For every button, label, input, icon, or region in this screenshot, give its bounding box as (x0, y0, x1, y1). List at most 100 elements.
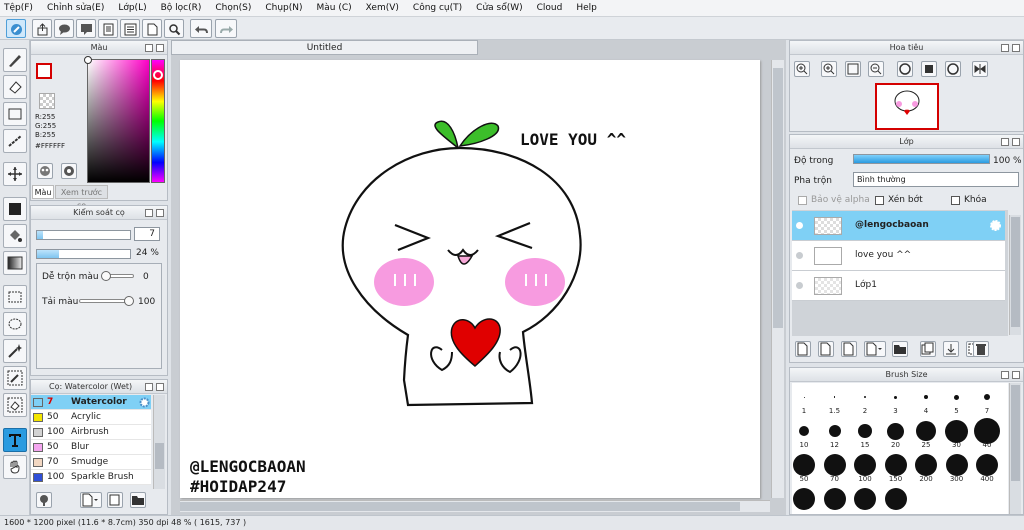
line-tool[interactable] (3, 129, 27, 153)
zoom-in-button[interactable] (794, 61, 810, 77)
zoom-fit-button[interactable] (164, 19, 184, 38)
new-layer-button[interactable] (795, 341, 811, 357)
panel-close-button[interactable] (1012, 138, 1020, 146)
vertical-scrollbar[interactable] (771, 60, 784, 498)
panel-close-button[interactable] (1012, 371, 1020, 379)
brush-size-option[interactable] (954, 394, 959, 400)
hand-tool[interactable] (3, 455, 27, 479)
blend-mode-select[interactable]: Bình thường (853, 172, 1019, 187)
brush-size-option[interactable] (793, 488, 815, 510)
eraser-tool[interactable] (3, 75, 27, 99)
brush-size-option[interactable] (799, 426, 809, 436)
merge-layer-button[interactable] (943, 341, 959, 357)
blend-slider[interactable] (101, 271, 134, 281)
document-tab[interactable]: Untitled (171, 40, 478, 55)
layer-row[interactable]: love you ^^ (792, 241, 1005, 271)
file-button[interactable] (142, 19, 162, 38)
brush-item[interactable]: 70 Smudge (31, 455, 151, 470)
text-tool[interactable] (3, 428, 27, 452)
panel-close-button[interactable] (156, 383, 164, 391)
fit-view-button[interactable] (845, 61, 861, 77)
brush-size-option[interactable] (984, 394, 990, 400)
new-text-layer-button[interactable] (841, 341, 857, 357)
clipping-checkbox[interactable] (875, 196, 884, 205)
menu-cloud[interactable]: Cloud (537, 3, 563, 13)
export-button[interactable] (32, 19, 52, 38)
reset-view-button[interactable] (921, 61, 937, 77)
move-tool[interactable] (3, 162, 27, 186)
horizontal-scrollbar[interactable] (180, 500, 770, 512)
brush-size-option[interactable] (945, 419, 968, 443)
rotate-left-button[interactable] (897, 61, 913, 77)
undo-button[interactable] (190, 19, 212, 38)
menu-capture[interactable]: Chụp(N) (265, 3, 302, 13)
menu-layer[interactable]: Lớp(L) (118, 3, 146, 13)
panel-detach-button[interactable] (1001, 44, 1009, 52)
tab-color[interactable]: Màu (32, 185, 54, 199)
color-mix-button[interactable] (61, 163, 77, 179)
protect-alpha-checkbox[interactable] (798, 196, 807, 205)
panel-detach-button[interactable] (145, 209, 153, 217)
brush-tool[interactable] (3, 48, 27, 72)
brush-size-option[interactable] (793, 454, 815, 476)
layer-list-scrollbar[interactable] (1009, 215, 1021, 335)
menu-filter[interactable]: Bộ lọc(R) (161, 3, 202, 13)
magic-wand-tool[interactable] (3, 339, 27, 363)
pen-mode-button[interactable] (6, 19, 26, 38)
navigator-preview[interactable] (875, 83, 939, 130)
brush-size-scrollbar[interactable] (1009, 383, 1021, 514)
brush-size-option[interactable] (858, 424, 872, 438)
visibility-icon[interactable] (796, 222, 803, 229)
brush-size-option[interactable] (823, 488, 846, 510)
delete-layer-button[interactable] (973, 341, 989, 357)
brush-size-slider[interactable] (36, 230, 131, 240)
brush-settings-button[interactable] (36, 492, 52, 508)
drawing-canvas[interactable]: LOVE YOU ^^ @LENGOCBAOAN #HOIDAP247 (180, 60, 760, 498)
brush-size-option[interactable] (864, 396, 866, 398)
panel-detach-button[interactable] (1001, 138, 1009, 146)
menu-color[interactable]: Màu (C) (317, 3, 352, 13)
brush-item[interactable]: 100 Sparkle Brush (31, 470, 151, 485)
layer-folder-button[interactable] (892, 341, 908, 357)
brush-size-option[interactable] (884, 454, 907, 476)
brush-size-option[interactable] (976, 454, 998, 476)
brush-size-option[interactable] (803, 396, 805, 398)
duplicate-layer-button[interactable] (920, 341, 936, 357)
brush-size-option[interactable] (887, 422, 904, 440)
tab-brush-preview[interactable]: Xem trước cọ (55, 185, 108, 210)
add-layer-menu-button[interactable] (864, 341, 886, 357)
lock-checkbox[interactable] (951, 196, 960, 205)
brush-size-option[interactable] (945, 454, 968, 476)
bucket-tool[interactable] (3, 224, 27, 248)
brush-size-option[interactable] (854, 488, 876, 510)
brush-size-option[interactable] (916, 421, 936, 441)
zoom-out-button[interactable] (868, 61, 884, 77)
visibility-icon[interactable] (796, 282, 803, 289)
transparent-color-swatch[interactable] (39, 93, 55, 109)
brush-item[interactable]: 50 Blur (31, 440, 151, 455)
menu-tools[interactable]: Công cụ(T) (413, 3, 462, 13)
load-slider[interactable] (79, 296, 134, 306)
list-button[interactable] (120, 19, 140, 38)
visibility-icon[interactable] (796, 252, 803, 259)
layer-opacity-slider[interactable] (853, 154, 990, 164)
gear-icon[interactable] (989, 219, 1002, 235)
brush-size-option[interactable] (828, 425, 841, 437)
brush-size-option[interactable] (924, 395, 928, 399)
panel-close-button[interactable] (156, 44, 164, 52)
lasso-tool[interactable] (3, 312, 27, 336)
message-button[interactable] (76, 19, 96, 38)
menu-help[interactable]: Help (576, 3, 597, 13)
comment-button[interactable] (54, 19, 74, 38)
rotate-right-button[interactable] (945, 61, 961, 77)
menu-edit[interactable]: Chỉnh sửa(E) (47, 3, 104, 13)
brush-copy-button[interactable] (107, 492, 123, 508)
brush-size-option[interactable] (894, 395, 897, 399)
panel-detach-button[interactable] (145, 44, 153, 52)
gradient-tool[interactable] (3, 251, 27, 275)
hue-slider[interactable] (151, 59, 165, 183)
panel-close-button[interactable] (156, 209, 164, 217)
panel-detach-button[interactable] (145, 383, 153, 391)
rect-select-tool[interactable] (3, 285, 27, 309)
select-pen-tool[interactable] (3, 366, 27, 390)
